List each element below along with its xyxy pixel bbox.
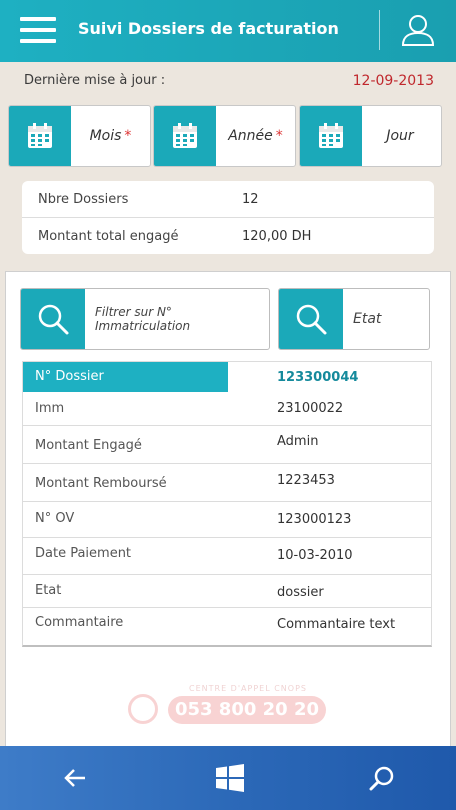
dossier-number-value: 123300044 (277, 370, 359, 385)
year-text: Année (228, 128, 273, 144)
calendar-icon (9, 106, 71, 166)
dossier-row-label: Commantaire (35, 615, 124, 630)
dossier-row-label: Imm (35, 401, 65, 416)
dossier-row: Commantaire Commantaire text (23, 608, 431, 644)
dossier-row-value: 1223453 (277, 473, 335, 488)
app-header: Suivi Dossiers de facturation (0, 0, 456, 62)
system-nav-bar (0, 746, 456, 810)
search-icon (21, 289, 85, 349)
back-button[interactable] (35, 746, 115, 810)
etat-label: Etat (353, 311, 382, 327)
dossier-row-value: 23100022 (277, 401, 344, 416)
dossier-row-value: 10-03-2010 (277, 548, 353, 563)
dossier-row-label: Montant Engagé (35, 438, 142, 453)
search-button[interactable] (342, 746, 422, 810)
dossier-number-label: N° Dossier (23, 362, 228, 392)
summary-value: 120,00 DH (242, 229, 312, 244)
year-selector-button[interactable]: Année * (153, 105, 296, 167)
search-icon (279, 289, 343, 349)
dossier-row-label: N° OV (35, 511, 75, 526)
summary-card: Nbre Dossiers 12 Montant total engagé 12… (22, 181, 434, 254)
watermark-phone: 053 800 20 20 (168, 696, 326, 724)
immatriculation-placeholder: Filtrer sur N° Immatriculation (95, 305, 191, 333)
dossier-row-label: Etat (35, 583, 62, 598)
day-text: Jour (386, 128, 414, 144)
header-divider (379, 10, 380, 50)
dossier-row-label: Date Paiement (35, 546, 132, 561)
menu-button[interactable] (20, 17, 56, 43)
etat-filter-button[interactable]: Etat (278, 288, 430, 350)
call-center-watermark: CENTRE D'APPEL CNOPS 053 800 20 20 (128, 684, 328, 730)
month-label: Mois * (71, 106, 150, 166)
calendar-icon (154, 106, 216, 166)
dossier-row: Montant Remboursé 1223453 (23, 464, 431, 502)
calendar-icon (300, 106, 362, 166)
start-button[interactable] (190, 746, 270, 810)
last-update-row: Dernière mise à jour : 12-09-2013 (24, 73, 434, 89)
dossier-row-label: Montant Remboursé (35, 476, 167, 491)
search-icon (369, 766, 394, 791)
menu-line (20, 17, 56, 21)
summary-row: Montant total engagé 120,00 DH (22, 218, 434, 254)
dossier-row-value: Commantaire text (277, 617, 396, 632)
windows-logo-icon (216, 764, 244, 792)
required-star: * (124, 128, 132, 144)
dossier-header: N° Dossier 123300044 (23, 362, 431, 392)
day-selector-button[interactable]: Jour (299, 105, 442, 167)
menu-line (20, 28, 56, 32)
back-arrow-icon (64, 769, 85, 787)
month-text: Mois (89, 128, 122, 144)
watermark-caption: CENTRE D'APPEL CNOPS (189, 684, 307, 693)
month-selector-button[interactable]: Mois * (8, 105, 151, 167)
page-title: Suivi Dossiers de facturation (78, 19, 339, 38)
dossier-row-value: dossier (277, 585, 324, 600)
menu-line (20, 39, 56, 43)
dossier-row-value: 123000123 (277, 512, 352, 527)
summary-value: 12 (242, 192, 259, 207)
required-star: * (275, 128, 283, 144)
dossier-row: Etat dossier (23, 575, 431, 608)
dossier-row: Montant Engagé Admin (23, 426, 431, 464)
day-label: Jour (362, 106, 441, 166)
summary-row: Nbre Dossiers 12 (22, 181, 434, 217)
user-icon (401, 15, 435, 46)
immatriculation-filter-input[interactable]: Filtrer sur N° Immatriculation (20, 288, 270, 350)
dossier-row: Imm 23100022 (23, 392, 431, 426)
summary-label: Nbre Dossiers (38, 192, 129, 207)
dossier-card[interactable]: N° Dossier 123300044 Imm 23100022 Montan… (22, 361, 432, 647)
user-profile-button[interactable] (398, 12, 438, 48)
last-update-label: Dernière mise à jour : (24, 73, 166, 88)
dossier-row: N° OV 123000123 (23, 502, 431, 538)
last-update-date: 12-09-2013 (352, 73, 434, 89)
year-label: Année * (216, 106, 295, 166)
phone-icon (128, 694, 158, 724)
dossier-row-value: Admin (277, 434, 319, 449)
dossier-row: Date Paiement 10-03-2010 (23, 538, 431, 575)
summary-label: Montant total engagé (38, 229, 179, 244)
